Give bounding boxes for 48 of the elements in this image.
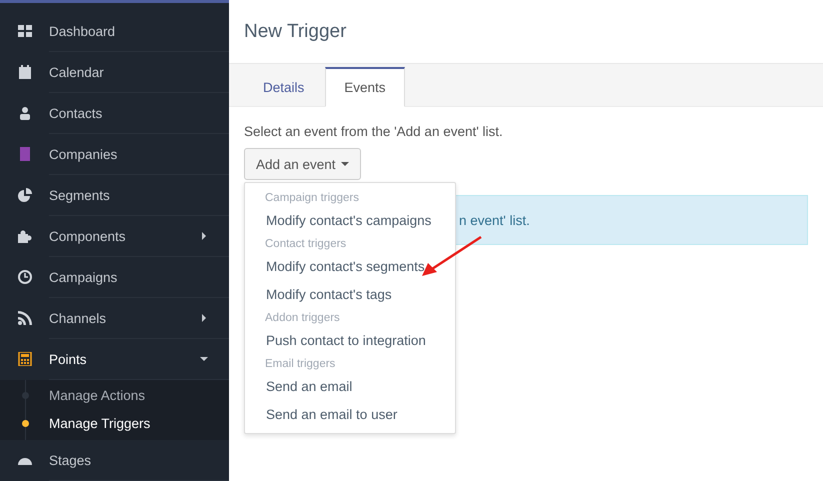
submenu-item[interactable]: Manage Triggers bbox=[0, 410, 229, 438]
sidebar-item[interactable]: Calendar bbox=[0, 52, 229, 93]
sidebar-item[interactable]: Points bbox=[0, 338, 229, 380]
page-title: New Trigger bbox=[244, 20, 346, 42]
sidebar-item[interactable]: Companies bbox=[0, 134, 229, 175]
sidebar-label: Dashboard bbox=[49, 24, 116, 39]
submenu-item[interactable]: Manage Actions bbox=[0, 382, 229, 410]
menu-group-header: Email triggers bbox=[264, 357, 336, 372]
sidebar-item[interactable]: Stages bbox=[0, 440, 229, 481]
building-icon bbox=[18, 147, 32, 162]
rss-icon bbox=[18, 311, 32, 326]
info-text: n event' list. bbox=[459, 212, 530, 228]
sidebar-item[interactable]: Channels bbox=[0, 298, 229, 339]
sidebar-item[interactable]: Campaigns bbox=[0, 256, 229, 298]
sidebar-label: Stages bbox=[49, 452, 92, 468]
sidebar-label: Campaigns bbox=[49, 270, 118, 285]
sidebar-label: Companies bbox=[49, 146, 118, 162]
sidebar-item[interactable]: Contacts bbox=[0, 92, 229, 134]
menu-group-header: Addon triggers bbox=[264, 311, 341, 326]
grid-icon bbox=[18, 24, 32, 38]
calendar-icon bbox=[18, 65, 32, 80]
pie-chart-icon bbox=[18, 188, 32, 202]
sidebar-label: Contacts bbox=[49, 106, 104, 121]
sidebar-label: Points bbox=[49, 352, 88, 367]
sidebar-item[interactable]: Dashboard bbox=[0, 10, 229, 52]
menu-group-header: Campaign triggers bbox=[264, 191, 360, 206]
tab[interactable]: Events bbox=[325, 67, 405, 107]
puzzle-icon bbox=[18, 229, 32, 244]
instruction-text: Select an event from the 'Add an event' list. bbox=[244, 124, 504, 139]
sidebar-label: Components bbox=[49, 228, 127, 244]
clock-icon bbox=[18, 270, 32, 284]
menu-item[interactable]: Send an email to user bbox=[245, 401, 455, 429]
add-event-button[interactable]: Add an event bbox=[244, 148, 361, 180]
sidebar-label: Channels bbox=[49, 310, 108, 326]
tab[interactable]: Details bbox=[244, 67, 324, 107]
menu-item[interactable]: Push contact to integration bbox=[245, 327, 455, 355]
calculator-icon bbox=[18, 352, 32, 366]
caret-icon bbox=[340, 162, 349, 166]
menu-item[interactable]: Modify contact's segments bbox=[245, 253, 455, 281]
person-icon bbox=[18, 106, 32, 120]
menu-item[interactable]: Modify contact's tags bbox=[245, 281, 455, 309]
menu-group-header: Contact triggers bbox=[264, 237, 348, 252]
sidebar-label: Calendar bbox=[49, 64, 105, 80]
menu-item[interactable]: Modify contact's campaigns bbox=[245, 207, 455, 235]
menu-item[interactable]: Send an email bbox=[245, 373, 455, 401]
sidebar-label: Segments bbox=[49, 188, 111, 203]
sidebar-item[interactable]: Segments bbox=[0, 174, 229, 216]
sidebar-item[interactable]: Components bbox=[0, 216, 229, 257]
